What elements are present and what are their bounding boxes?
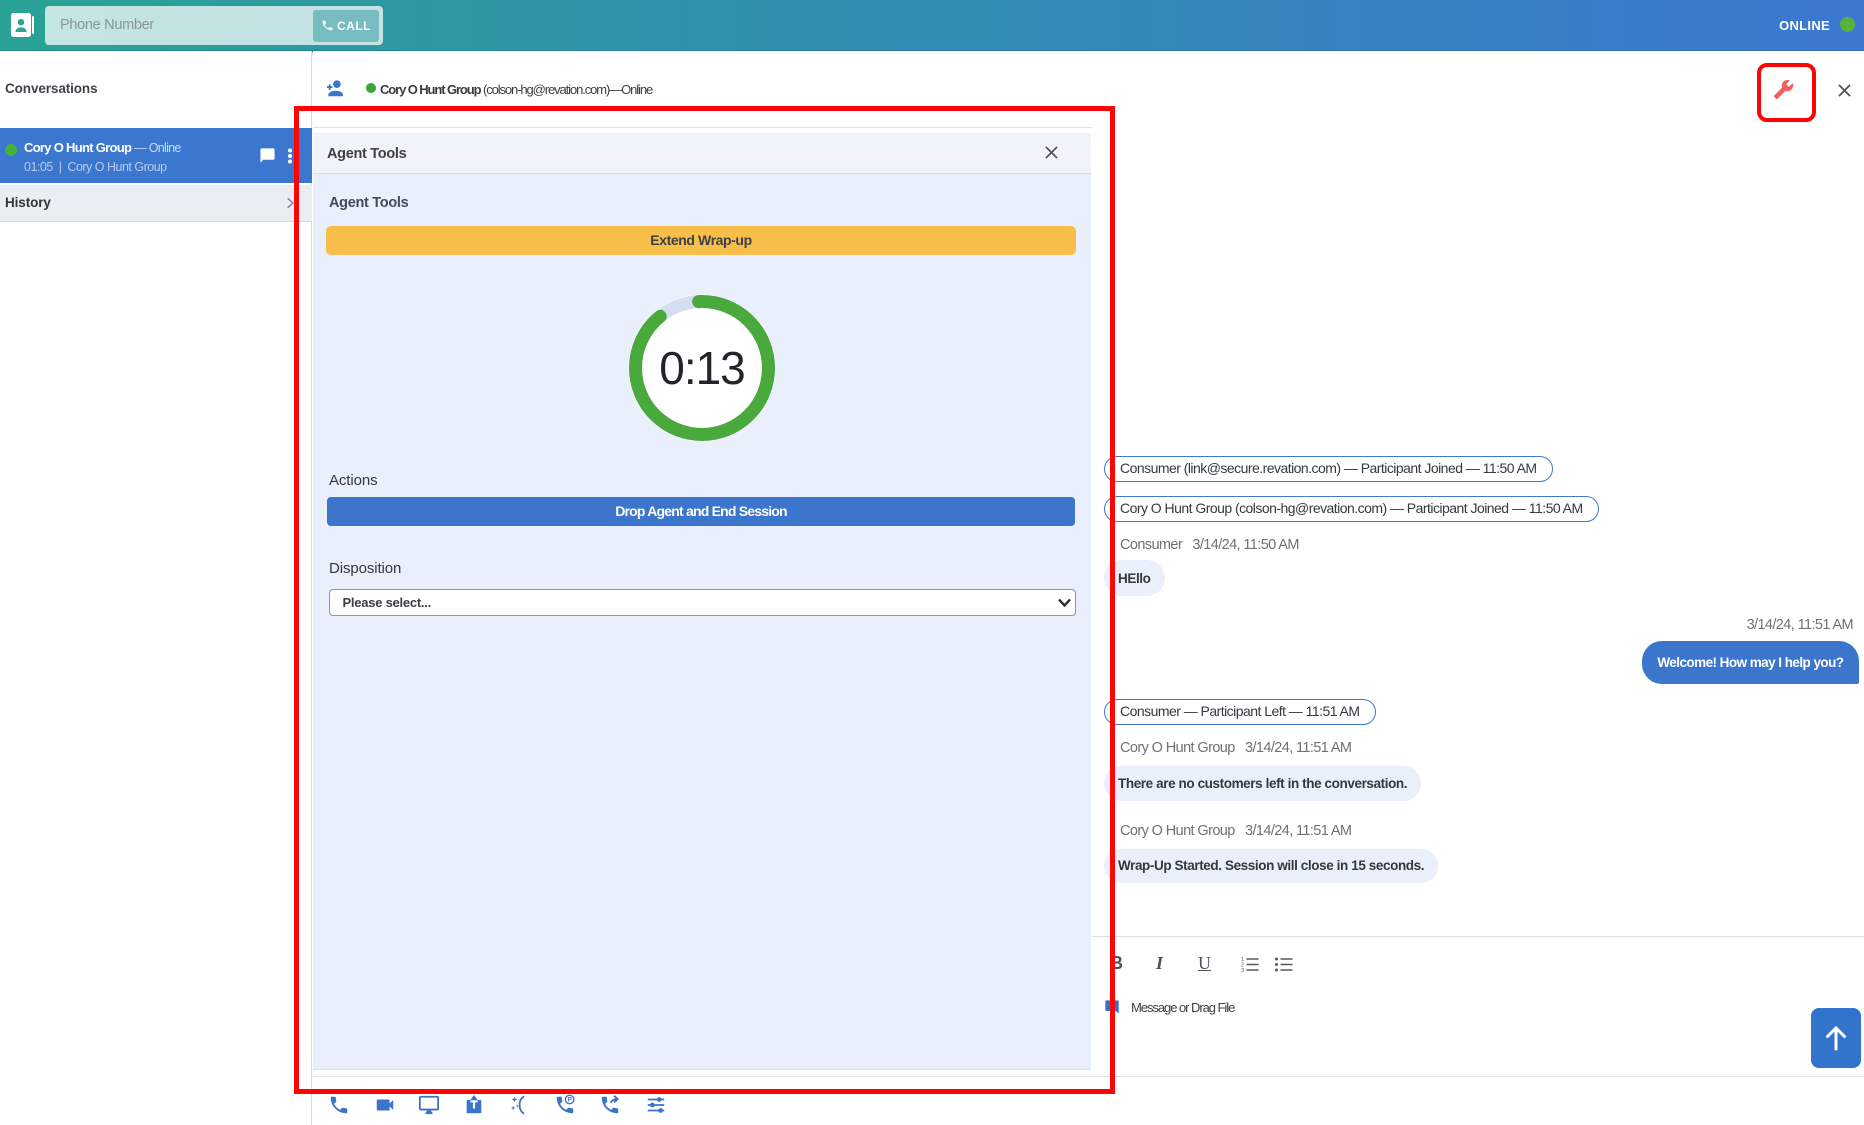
svg-text:P: P (567, 1097, 572, 1104)
svg-text:3: 3 (1241, 968, 1244, 972)
